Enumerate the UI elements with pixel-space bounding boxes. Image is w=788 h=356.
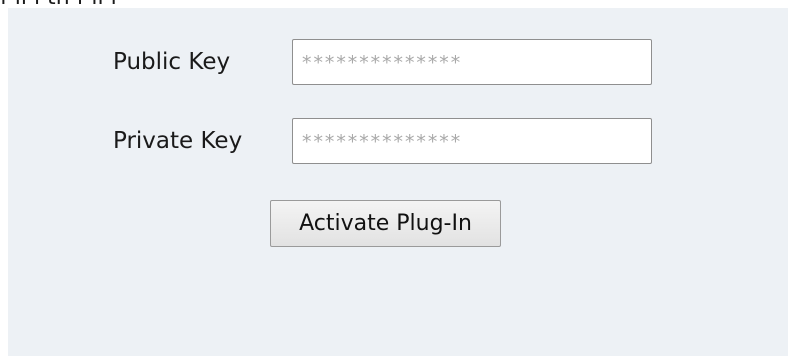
public-key-input[interactable] <box>292 39 652 85</box>
public-key-label: Public Key <box>113 49 231 75</box>
private-key-label: Private Key <box>113 128 243 154</box>
private-key-input[interactable] <box>292 118 652 164</box>
activate-plugin-button[interactable]: Activate Plug-In <box>270 200 501 247</box>
plugin-activation-panel: Public Key Private Key Activate Plug-In <box>8 8 788 356</box>
cropped-intro-text: f ll i th f ll i <box>0 0 117 9</box>
